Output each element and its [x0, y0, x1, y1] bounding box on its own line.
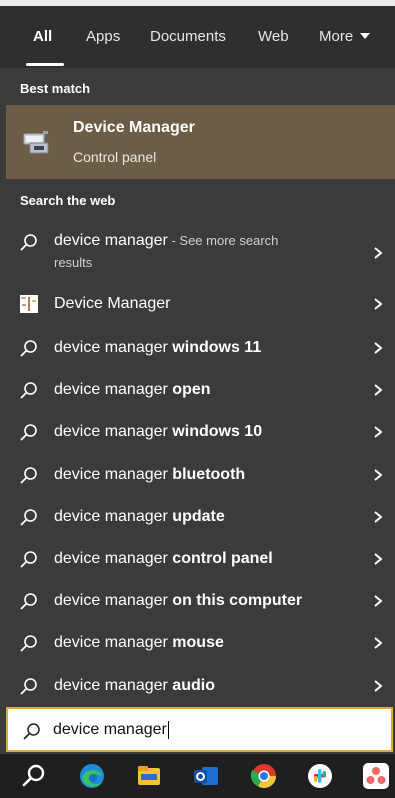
suggestion-bold: windows 10	[172, 423, 263, 441]
search-query-text: device manager	[53, 721, 167, 739]
search-panel: All Apps Documents Web More Best match D…	[0, 0, 395, 754]
tab-web[interactable]: Web	[258, 28, 289, 45]
search-icon	[20, 234, 37, 251]
search-suggestion[interactable]: device manager mouse	[6, 623, 395, 663]
web-page-icon	[20, 295, 38, 313]
suggestion-prefix: device manager	[54, 465, 173, 483]
suggestion-bold: bluetooth	[172, 465, 246, 483]
search-suggestion-text: device manager windows 10	[54, 423, 262, 441]
web-result-app-label: Device Manager	[54, 295, 171, 312]
search-icon	[20, 340, 37, 357]
search-suggestion-text: device manager open	[54, 381, 211, 399]
web-result-see-more-text: - See more search	[167, 233, 279, 248]
chevron-right-icon	[374, 553, 383, 565]
suggestion-bold: windows 11	[172, 339, 262, 356]
taskbar	[0, 754, 395, 798]
chevron-right-icon	[374, 595, 383, 607]
suggestion-bold: mouse	[172, 634, 224, 652]
device-manager-icon	[23, 131, 49, 154]
caret-down-icon	[360, 33, 371, 40]
web-result-see-more[interactable]: device manager - See more search results	[6, 222, 395, 284]
search-icon	[20, 635, 37, 652]
suggestion-bold: control panel	[172, 550, 273, 567]
search-suggestion[interactable]: device manager open	[6, 370, 395, 410]
chevron-right-icon	[374, 637, 383, 650]
slack-icon[interactable]	[306, 762, 334, 790]
search-icon	[20, 508, 37, 526]
search-suggestion[interactable]: device manager bluetooth	[6, 455, 395, 495]
file-explorer-icon[interactable]	[135, 762, 163, 790]
suggestion-bold: update	[172, 507, 225, 525]
suggestion-prefix: device manager	[54, 634, 173, 652]
search-suggestion-text: device manager on this computer	[54, 592, 302, 610]
edge-icon[interactable]	[78, 762, 106, 790]
search-suggestion[interactable]: device manager windows 11	[6, 328, 395, 368]
suggestion-prefix: device manager	[54, 339, 173, 356]
suggestion-prefix: device manager	[54, 676, 173, 694]
outlook-icon[interactable]	[192, 762, 220, 790]
chevron-right-icon	[374, 426, 383, 439]
tab-more-label: More	[319, 28, 354, 45]
suggestion-prefix: device manager	[54, 507, 173, 525]
text-cursor	[167, 721, 169, 739]
suggestion-bold: open	[172, 381, 211, 399]
search-icon	[20, 382, 37, 399]
search-suggestion[interactable]: device manager control panel	[6, 539, 395, 579]
suggestion-bold: on this computer	[172, 592, 303, 610]
search-input-value: device manager	[53, 721, 169, 739]
search-icon	[20, 466, 37, 483]
best-match-subtitle: Control panel	[73, 149, 157, 165]
search-tabs: All Apps Documents Web More	[0, 6, 395, 68]
search-suggestion-text: device manager update	[54, 508, 225, 526]
search-suggestion-text: device manager windows 11	[54, 339, 261, 357]
search-icon	[20, 424, 37, 441]
web-result-results-text: results	[54, 255, 93, 270]
search-icon	[20, 677, 37, 694]
chevron-right-icon	[374, 342, 383, 354]
suggestion-prefix: device manager	[54, 592, 173, 610]
search-suggestion-text: device manager bluetooth	[54, 466, 245, 484]
tab-documents[interactable]: Documents	[150, 28, 226, 45]
web-result-app[interactable]: Device Manager	[6, 284, 395, 324]
active-tab-indicator	[26, 63, 64, 66]
search-icon	[20, 593, 37, 610]
suggestion-prefix: device manager	[54, 550, 173, 567]
suggestion-bold: audio	[172, 676, 215, 694]
suggestion-prefix: device manager	[54, 381, 173, 399]
search-suggestion-text: device manager mouse	[54, 634, 224, 652]
best-match-title: Device Manager	[73, 119, 195, 136]
search-suggestion-text: device manager audio	[54, 677, 215, 695]
chrome-icon[interactable]	[250, 762, 278, 790]
search-icon[interactable]	[20, 762, 48, 790]
chevron-right-icon	[374, 679, 383, 692]
search-icon	[23, 723, 40, 740]
best-match-result[interactable]: Device Manager Control panel	[6, 105, 395, 179]
best-match-heading: Best match	[20, 81, 91, 96]
search-suggestion[interactable]: device manager update	[6, 497, 395, 537]
tab-apps[interactable]: Apps	[86, 28, 120, 45]
suggestion-prefix: device manager	[54, 423, 173, 441]
search-suggestion-text: device manager control panel	[54, 550, 273, 568]
chevron-right-icon	[374, 468, 383, 481]
search-suggestion[interactable]: device manager windows 10	[6, 412, 395, 452]
web-result-query: device manager	[54, 232, 168, 249]
search-suggestion[interactable]: device manager on this computer	[6, 581, 395, 621]
search-suggestion[interactable]: device manager audio	[6, 666, 395, 706]
tab-more[interactable]: More	[319, 28, 371, 45]
chevron-right-icon	[374, 384, 383, 396]
chevron-right-icon	[374, 511, 383, 523]
search-input[interactable]: device manager	[6, 707, 393, 752]
asana-icon[interactable]	[362, 762, 390, 790]
tab-all[interactable]: All	[33, 28, 52, 45]
chevron-right-icon	[374, 298, 383, 310]
chevron-right-icon	[374, 247, 383, 259]
search-web-heading: Search the web	[20, 193, 116, 208]
search-icon	[20, 551, 37, 568]
web-result-text: device manager - See more search results	[54, 230, 334, 274]
